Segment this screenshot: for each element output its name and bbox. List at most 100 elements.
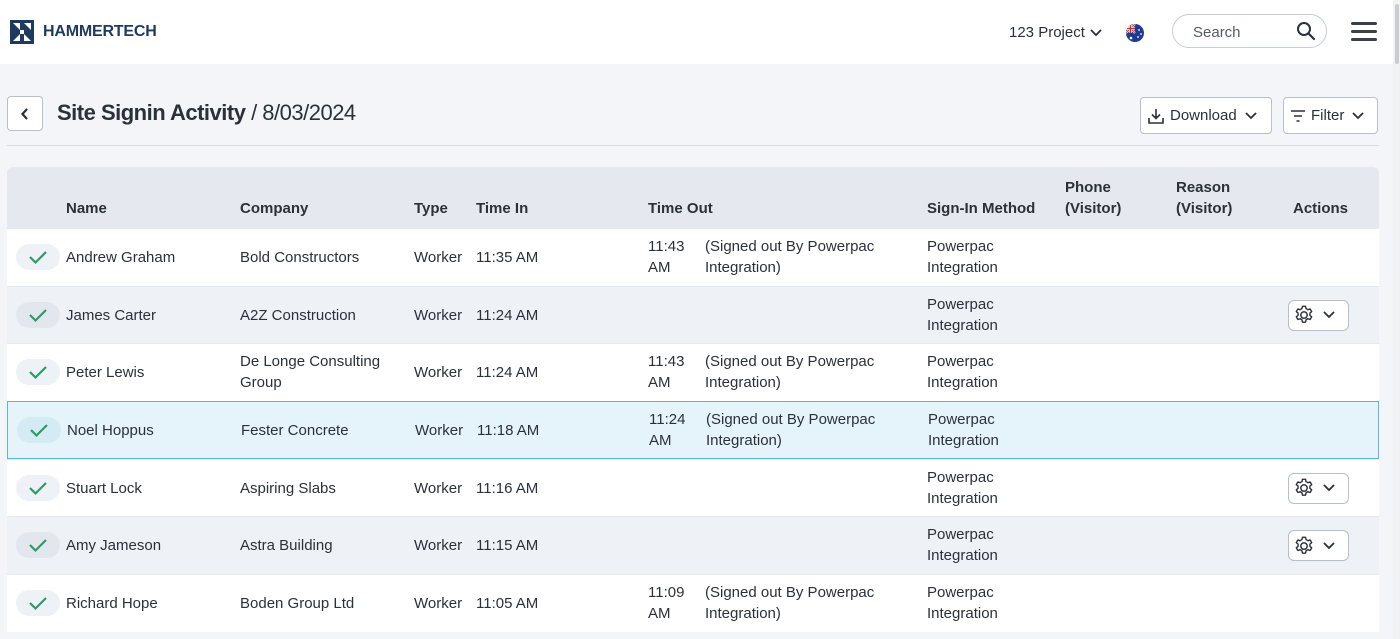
signed-in-check-icon <box>16 474 60 501</box>
column-header-name[interactable]: Name <box>66 198 107 219</box>
cell-signout-note-line1: (Signed out By Powerpac <box>705 353 875 371</box>
cell-time-out-line2: AM <box>648 605 671 623</box>
cell-time-in: 11:18 AM <box>477 422 540 440</box>
table-row[interactable]: Stuart Lock Aspiring Slabs Worker 11:16 … <box>7 458 1379 517</box>
filter-button[interactable]: Filter <box>1283 97 1378 134</box>
cell-company: Astra Building <box>240 535 333 556</box>
column-header-reason-line1: Reason <box>1176 179 1231 196</box>
cell-sign-in-method-line1: Powerpac <box>927 295 994 313</box>
cell-type: Worker <box>414 249 463 266</box>
back-button[interactable] <box>7 96 43 131</box>
cell-name: Peter Lewis <box>66 364 145 382</box>
page-title-separator: / <box>245 100 263 125</box>
column-header-reason[interactable]: Reason (Visitor) <box>1176 177 1232 219</box>
table-row[interactable]: James Carter A2Z Construction Worker 11:… <box>7 285 1379 344</box>
cell-name: Stuart Lock <box>66 479 142 497</box>
column-header-actions: Actions <box>1293 200 1349 217</box>
gear-icon <box>1295 305 1313 324</box>
cell-time-out-line2: AM <box>649 432 672 450</box>
cell-type: Worker <box>414 364 463 382</box>
cell-time-out-line1: 11:09 <box>648 584 685 602</box>
table-row[interactable]: Noel Hoppus Fester Concrete Worker 11:18… <box>7 401 1379 459</box>
cell-sign-in-method: Powerpac Integration <box>927 582 998 624</box>
row-actions-button[interactable] <box>1288 472 1349 504</box>
gear-icon <box>1295 536 1313 554</box>
cell-company-line1: A2Z Construction <box>240 306 356 324</box>
search-icon[interactable] <box>1296 21 1316 41</box>
chevron-down-icon <box>1323 311 1335 319</box>
column-header-phone-line2: (Visitor) <box>1065 200 1122 217</box>
cell-sign-in-method: Powerpac Integration <box>928 409 999 451</box>
project-selector[interactable]: 123 Project <box>1009 24 1102 41</box>
signed-in-check-icon <box>16 590 60 617</box>
column-header-time-out[interactable]: Time Out <box>648 198 713 219</box>
search-input[interactable] <box>1193 22 1293 42</box>
cell-sign-in-method: Powerpac Integration <box>927 524 998 566</box>
column-header-type[interactable]: Type <box>414 198 448 219</box>
cell-sign-in-method-line2: Integration <box>927 547 998 565</box>
signed-in-check-icon <box>17 417 61 444</box>
table-row[interactable]: Andrew Graham Bold Constructors Worker 1… <box>7 228 1379 286</box>
logo[interactable]: HAMMERTECH <box>10 20 157 44</box>
chevron-down-icon <box>1245 111 1257 119</box>
cell-time-out: 11:09 AM <box>648 582 684 624</box>
download-button[interactable]: Download <box>1140 97 1272 134</box>
cell-company: De Longe Consulting Group <box>240 351 380 393</box>
project-label: 123 Project <box>1009 24 1085 41</box>
cell-company-line2: Group <box>240 374 282 392</box>
signed-in-check-icon <box>16 301 60 328</box>
signed-in-check-icon <box>16 532 60 559</box>
cell-name: Amy Jameson <box>66 537 162 555</box>
column-header-company[interactable]: Company <box>240 198 308 219</box>
column-header-phone[interactable]: Phone (Visitor) <box>1065 177 1121 219</box>
cell-sign-in-method-line2: Integration <box>927 374 998 392</box>
row-actions-button[interactable] <box>1288 299 1349 331</box>
cell-name: Andrew Graham <box>66 249 176 266</box>
scrollbar[interactable] <box>1393 0 1400 639</box>
cell-sign-in-method-line2: Integration <box>927 489 998 507</box>
cell-sign-in-method-line2: Integration <box>927 259 998 276</box>
cell-company-line1: Fester Concrete <box>241 422 349 440</box>
filter-label: Filter <box>1311 107 1345 124</box>
signed-in-check-icon <box>16 359 60 386</box>
column-header-sign-in-method[interactable]: Sign-In Method <box>927 198 1035 219</box>
download-icon <box>1148 108 1164 124</box>
cell-sign-in-method-line1: Powerpac <box>927 353 994 371</box>
chevron-down-icon <box>1323 542 1335 550</box>
cell-signout-note: (Signed out By Powerpac Integration) <box>705 236 874 278</box>
cell-name: Noel Hoppus <box>67 422 154 440</box>
scrollbar-thumb[interactable] <box>1395 4 1399 64</box>
row-actions-button[interactable] <box>1288 530 1349 562</box>
cell-sign-in-method-line1: Powerpac <box>927 238 994 255</box>
cell-signout-note-line1: (Signed out By Powerpac <box>706 411 876 429</box>
cell-name: Richard Hope <box>66 595 158 613</box>
cell-sign-in-method: Powerpac Integration <box>927 351 998 393</box>
cell-sign-in-method-line2: Integration <box>927 605 998 623</box>
cell-sign-in-method: Powerpac Integration <box>927 294 998 336</box>
language-flag-icon[interactable] <box>1126 24 1144 42</box>
table-row[interactable]: Richard Hope Boden Group Ltd Worker 11:0… <box>7 574 1379 632</box>
cell-sign-in-method-line2: Integration <box>928 432 999 450</box>
cell-sign-in-method: Powerpac Integration <box>927 467 998 509</box>
search-box[interactable] <box>1172 14 1327 48</box>
cell-time-out: 11:43 AM <box>648 351 684 393</box>
table-row[interactable]: Amy Jameson Astra Building Worker 11:15 … <box>7 516 1379 575</box>
download-label: Download <box>1170 107 1237 124</box>
gear-icon <box>1295 478 1313 497</box>
table-body: Andrew Graham Bold Constructors Worker 1… <box>7 228 1379 632</box>
cell-type: Worker <box>414 595 463 613</box>
table-row[interactable]: Peter Lewis De Longe Consulting Group Wo… <box>7 343 1379 402</box>
cell-time-out: 11:43 AM <box>648 236 684 278</box>
cell-time-in: 11:35 AM <box>476 249 539 266</box>
table-header: Name Company Type Time In Time Out Sign-… <box>7 167 1379 228</box>
column-header-phone-line1: Phone <box>1065 179 1111 196</box>
hamburger-menu-icon[interactable] <box>1351 22 1377 42</box>
chevron-down-icon <box>1323 484 1335 492</box>
cell-type: Worker <box>414 306 463 324</box>
cell-time-in: 11:05 AM <box>476 595 539 613</box>
cell-company-line1: Aspiring Slabs <box>240 479 336 497</box>
cell-sign-in-method-line1: Powerpac <box>928 411 995 429</box>
cell-company-line1: Astra Building <box>240 537 333 555</box>
column-header-time-in[interactable]: Time In <box>476 198 528 219</box>
header-divider <box>7 145 1379 146</box>
